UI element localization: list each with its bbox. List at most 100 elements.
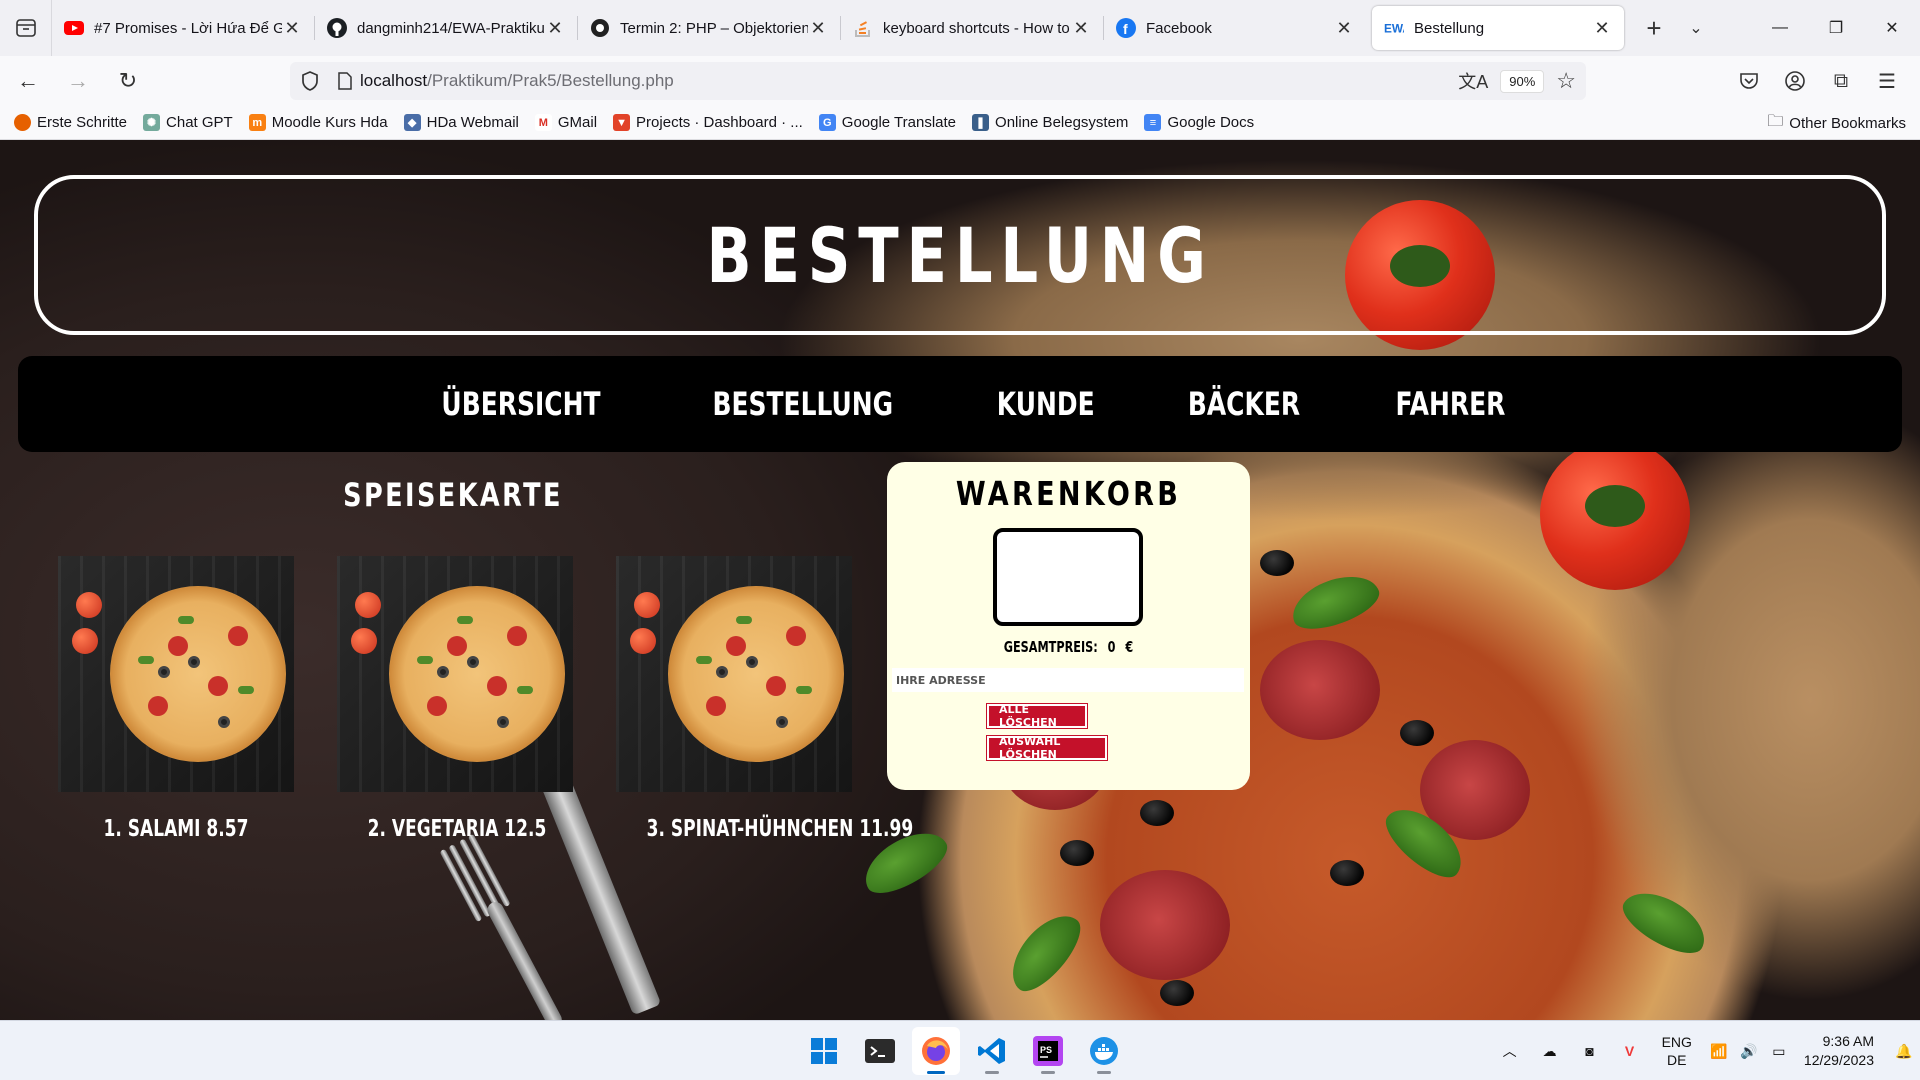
notifications-button[interactable]: 🔔 [1888, 1043, 1920, 1060]
firefox-icon [14, 114, 31, 131]
cloud-icon: ☁ [1542, 1042, 1557, 1059]
vivaldi-tray-button[interactable]: V [1610, 1043, 1650, 1059]
gmail-icon: M [534, 114, 552, 131]
zoom-level-badge[interactable]: 90% [1500, 69, 1545, 93]
bookmark-label: Online Belegsystem [995, 114, 1129, 131]
bookmark-moodle[interactable]: m Moodle Kurs Hda [248, 114, 388, 131]
forward-button[interactable]: → [56, 61, 100, 101]
bookmark-label: HDa Webmail [426, 114, 519, 131]
bookmark-hda-webmail[interactable]: ◆ HDa Webmail [403, 114, 519, 131]
vscode-icon [978, 1038, 1005, 1064]
menu-button[interactable]: ☰ [1864, 69, 1910, 94]
start-button[interactable] [800, 1027, 848, 1075]
close-tab-icon[interactable]: ✕ [1592, 18, 1612, 39]
olive [1400, 720, 1434, 746]
restore-button[interactable]: ❐ [1808, 0, 1864, 56]
close-tab-icon[interactable]: ✕ [545, 18, 565, 39]
close-tab-icon[interactable]: ✕ [808, 18, 828, 39]
pizza-image[interactable] [58, 556, 294, 792]
shield-icon[interactable] [290, 71, 330, 91]
vscode-taskbar-button[interactable] [968, 1027, 1016, 1075]
active-indicator [927, 1071, 945, 1074]
firefox-view-icon [15, 19, 36, 37]
other-bookmarks[interactable]: 🗀 Other Bookmarks [1767, 106, 1906, 140]
battery-button[interactable]: ▭ [1764, 1043, 1794, 1060]
translate-icon[interactable]: 文A [1458, 68, 1488, 94]
tab-moodle[interactable]: Termin 2: PHP – Objektorien ✕ [578, 6, 840, 50]
account-button[interactable] [1772, 71, 1818, 91]
bookmark-erste-schritte[interactable]: Erste Schritte [14, 114, 127, 131]
new-tab-button[interactable]: + [1632, 6, 1676, 50]
close-window-button[interactable]: ✕ [1864, 0, 1920, 56]
show-hidden-icons-button[interactable]: ︿ [1490, 1041, 1530, 1061]
translate-icon: G [818, 114, 836, 131]
cart-items-select[interactable] [993, 528, 1143, 626]
chatgpt-icon: ✺ [143, 114, 161, 131]
windows-taskbar: PS ︿ ☁ ◙ V ENG DE 📶 🔊 ▭ 9:36 AM 12/29/20… [0, 1020, 1920, 1080]
terminal-taskbar-button[interactable] [856, 1027, 904, 1075]
firefox-view-button[interactable] [0, 0, 52, 56]
onedrive-tray-button[interactable]: ☁ [1530, 1043, 1570, 1060]
tab-github[interactable]: dangminh214/EWA-Praktiku ✕ [315, 6, 577, 50]
tab-youtube[interactable]: #7 Promises - Lời Hứa Để G ✕ [52, 6, 314, 50]
bell-icon: 🔔 [1895, 1042, 1913, 1059]
tab-bestellung[interactable]: EWA Bestellung ✕ [1372, 6, 1624, 50]
volume-button[interactable]: 🔊 [1734, 1043, 1764, 1060]
extensions-button[interactable]: ⧉ [1818, 70, 1864, 93]
close-tab-icon[interactable]: ✕ [1071, 18, 1091, 39]
bookmark-google-docs[interactable]: ≡ Google Docs [1144, 114, 1254, 131]
discord-tray-button[interactable]: ◙ [1570, 1043, 1610, 1059]
reload-button[interactable]: ↻ [106, 61, 150, 101]
reload-icon: ↻ [118, 68, 138, 93]
cart-title: WARENKORB [955, 474, 1182, 513]
currency-symbol: € [1125, 638, 1134, 656]
bookmark-label: Moodle Kurs Hda [271, 114, 388, 131]
pizza-image[interactable] [616, 556, 852, 792]
bookmark-chat-gpt[interactable]: ✺ Chat GPT [143, 114, 233, 131]
phpstorm-taskbar-button[interactable]: PS [1024, 1027, 1072, 1075]
bookmark-gmail[interactable]: M GMail [534, 114, 597, 131]
back-button[interactable]: ← [6, 61, 50, 101]
stackoverflow-icon [853, 18, 873, 38]
firefox-taskbar-button[interactable] [912, 1027, 960, 1075]
network-button[interactable]: 📶 [1704, 1043, 1734, 1060]
arrow-left-icon: ← [17, 68, 39, 93]
close-icon: ✕ [1885, 20, 1899, 37]
bookmark-online-belegsystem[interactable]: ❚ Online Belegsystem [972, 114, 1128, 131]
clear-selection-button[interactable]: AUSWAHL LÖSCHEN [986, 735, 1108, 761]
nav-link-fahrer[interactable]: FAHRER [1396, 385, 1506, 423]
minimize-button[interactable]: — [1752, 0, 1808, 56]
list-all-tabs-button[interactable]: ⌄ [1676, 6, 1716, 50]
page-info-icon[interactable] [330, 72, 360, 90]
close-tab-icon[interactable]: ✕ [282, 18, 302, 39]
pizza-image[interactable] [337, 556, 573, 792]
wifi-icon: 📶 [1710, 1042, 1728, 1059]
clock[interactable]: 9:36 AM 12/29/2023 [1804, 1032, 1874, 1070]
clock-date: 12/29/2023 [1803, 1052, 1874, 1068]
nav-link-bestellung[interactable]: BESTELLUNG [712, 385, 893, 423]
nav-link-uebersicht[interactable]: ÜBERSICHT [442, 385, 601, 423]
clear-all-button[interactable]: ALLE LÖSCHEN [986, 703, 1088, 729]
pocket-button[interactable] [1726, 72, 1772, 90]
tab-facebook[interactable]: f Facebook ✕ [1104, 6, 1366, 50]
bookmark-gitlab[interactable]: ▼ Projects · Dashboard · ... [613, 114, 803, 131]
pocket-icon [1740, 73, 1758, 89]
language-indicator[interactable]: ENG DE [1662, 1033, 1692, 1069]
pizza-label: 1. SALAMI 8.57 [103, 816, 249, 842]
bookmark-label: Projects · Dashboard · ... [636, 114, 803, 131]
nav-link-kunde[interactable]: KUNDE [996, 385, 1094, 423]
bookmark-label: Chat GPT [166, 114, 233, 131]
webmail-icon: ◆ [403, 114, 421, 131]
url-bar[interactable]: localhost/Praktikum/Prak5/Bestellung.php… [290, 62, 1586, 100]
menu-heading: SPEISEKARTE [343, 476, 563, 514]
tab-stackoverflow[interactable]: keyboard shortcuts - How to ✕ [841, 6, 1103, 50]
nav-link-baecker[interactable]: BÄCKER [1188, 385, 1300, 423]
bookmark-google-translate[interactable]: G Google Translate [818, 114, 956, 131]
olive [1060, 840, 1094, 866]
close-tab-icon[interactable]: ✕ [1334, 18, 1354, 39]
docker-taskbar-button[interactable] [1080, 1027, 1128, 1075]
system-tray: ︿ ☁ ◙ V ENG DE 📶 🔊 ▭ 9:36 AM 12/29/2023 … [1490, 1021, 1920, 1080]
address-input[interactable] [892, 668, 1244, 692]
bookmark-star-icon[interactable]: ☆ [1556, 68, 1576, 94]
total-label: GESAMTPREIS: [1003, 638, 1098, 656]
